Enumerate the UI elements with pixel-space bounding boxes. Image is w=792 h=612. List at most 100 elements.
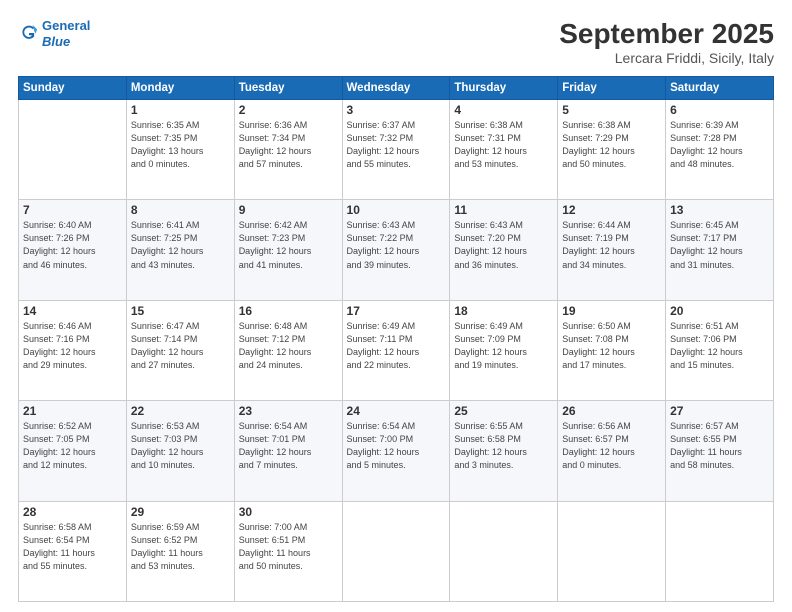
day-number: 14 <box>23 304 122 318</box>
day-number: 11 <box>454 203 553 217</box>
title-block: September 2025 Lercara Friddi, Sicily, I… <box>559 18 774 66</box>
day-info: Sunrise: 6:45 AM Sunset: 7:17 PM Dayligh… <box>670 219 769 271</box>
day-info: Sunrise: 6:50 AM Sunset: 7:08 PM Dayligh… <box>562 320 661 372</box>
table-row: 29 Sunrise: 6:59 AM Sunset: 6:52 PM Dayli… <box>126 501 234 601</box>
table-row: 7Sunrise: 6:40 AM Sunset: 7:26 PM Daylig… <box>19 200 127 300</box>
day-number: 13 <box>670 203 769 217</box>
day-number: 6 <box>670 103 769 117</box>
day-info: Sunrise: 6:36 AM Sunset: 7:34 PM Dayligh… <box>239 119 338 171</box>
calendar-table: Sunday Monday Tuesday Wednesday Thursday… <box>18 76 774 602</box>
day-info: Sunrise: 7:00 AM Sunset: 6:51 PM Dayligh… <box>239 521 338 573</box>
day-number: 30 <box>239 505 338 519</box>
day-info: Sunrise: 6:43 AM Sunset: 7:22 PM Dayligh… <box>347 219 446 271</box>
table-row: 24 Sunrise: 6:54 AM Sunset: 7:00 PM Dayli… <box>342 401 450 501</box>
day-info: Sunrise: 6:38 AM Sunset: 7:31 PM Dayligh… <box>454 119 553 171</box>
day-info: Sunrise: 6:59 AM Sunset: 6:52 PM Dayligh… <box>131 521 230 573</box>
subtitle: Lercara Friddi, Sicily, Italy <box>559 50 774 66</box>
day-info: Sunrise: 6:41 AM Sunset: 7:25 PM Dayligh… <box>131 219 230 271</box>
day-info: Sunrise: 6:35 AM Sunset: 7:35 PM Dayligh… <box>131 119 230 171</box>
day-info: Sunrise: 6:54 AM Sunset: 7:00 PM Dayligh… <box>347 420 446 472</box>
day-info: Sunrise: 6:44 AM Sunset: 7:19 PM Dayligh… <box>562 219 661 271</box>
table-row <box>450 501 558 601</box>
day-info: Sunrise: 6:58 AM Sunset: 6:54 PM Dayligh… <box>23 521 122 573</box>
day-info: Sunrise: 6:43 AM Sunset: 7:20 PM Dayligh… <box>454 219 553 271</box>
col-friday: Friday <box>558 77 666 100</box>
table-row: 23 Sunrise: 6:54 AM Sunset: 7:01 PM Dayli… <box>234 401 342 501</box>
day-info: Sunrise: 6:53 AM Sunset: 7:03 PM Dayligh… <box>131 420 230 472</box>
page: General Blue September 2025 Lercara Frid… <box>0 0 792 612</box>
table-row: 1Sunrise: 6:35 AM Sunset: 7:35 PM Daylig… <box>126 100 234 200</box>
day-number: 16 <box>239 304 338 318</box>
day-number: 19 <box>562 304 661 318</box>
day-number: 4 <box>454 103 553 117</box>
day-info: Sunrise: 6:47 AM Sunset: 7:14 PM Dayligh… <box>131 320 230 372</box>
day-info: Sunrise: 6:48 AM Sunset: 7:12 PM Dayligh… <box>239 320 338 372</box>
day-info: Sunrise: 6:56 AM Sunset: 6:57 PM Dayligh… <box>562 420 661 472</box>
day-number: 7 <box>23 203 122 217</box>
table-row: 8 Sunrise: 6:41 AM Sunset: 7:25 PM Daylig… <box>126 200 234 300</box>
table-row: 14 Sunrise: 6:46 AM Sunset: 7:16 PM Dayli… <box>19 300 127 400</box>
calendar-week-4: 21 Sunrise: 6:52 AM Sunset: 7:05 PM Dayli… <box>19 401 774 501</box>
day-number: 24 <box>347 404 446 418</box>
day-number: 28 <box>23 505 122 519</box>
col-thursday: Thursday <box>450 77 558 100</box>
day-number: 22 <box>131 404 230 418</box>
col-tuesday: Tuesday <box>234 77 342 100</box>
table-row: 16 Sunrise: 6:48 AM Sunset: 7:12 PM Dayli… <box>234 300 342 400</box>
table-row: 13 Sunrise: 6:45 AM Sunset: 7:17 PM Dayli… <box>666 200 774 300</box>
day-number: 8 <box>131 203 230 217</box>
table-row: 25 Sunrise: 6:55 AM Sunset: 6:58 PM Dayli… <box>450 401 558 501</box>
table-row: 30 Sunrise: 7:00 AM Sunset: 6:51 PM Dayli… <box>234 501 342 601</box>
col-sunday: Sunday <box>19 77 127 100</box>
header-row: Sunday Monday Tuesday Wednesday Thursday… <box>19 77 774 100</box>
day-number: 21 <box>23 404 122 418</box>
table-row: 20 Sunrise: 6:51 AM Sunset: 7:06 PM Dayli… <box>666 300 774 400</box>
table-row: 5Sunrise: 6:38 AM Sunset: 7:29 PM Daylig… <box>558 100 666 200</box>
day-number: 23 <box>239 404 338 418</box>
day-info: Sunrise: 6:57 AM Sunset: 6:55 PM Dayligh… <box>670 420 769 472</box>
day-info: Sunrise: 6:37 AM Sunset: 7:32 PM Dayligh… <box>347 119 446 171</box>
table-row: 27Sunrise: 6:57 AM Sunset: 6:55 PM Dayli… <box>666 401 774 501</box>
logo-icon <box>18 22 40 44</box>
day-info: Sunrise: 6:55 AM Sunset: 6:58 PM Dayligh… <box>454 420 553 472</box>
col-monday: Monday <box>126 77 234 100</box>
logo-line1: General <box>42 18 90 33</box>
table-row: 9Sunrise: 6:42 AM Sunset: 7:23 PM Daylig… <box>234 200 342 300</box>
calendar-week-1: 1Sunrise: 6:35 AM Sunset: 7:35 PM Daylig… <box>19 100 774 200</box>
table-row: 4 Sunrise: 6:38 AM Sunset: 7:31 PM Daylig… <box>450 100 558 200</box>
table-row: 10 Sunrise: 6:43 AM Sunset: 7:22 PM Dayli… <box>342 200 450 300</box>
day-info: Sunrise: 6:46 AM Sunset: 7:16 PM Dayligh… <box>23 320 122 372</box>
day-number: 12 <box>562 203 661 217</box>
table-row: 3Sunrise: 6:37 AM Sunset: 7:32 PM Daylig… <box>342 100 450 200</box>
day-info: Sunrise: 6:49 AM Sunset: 7:11 PM Dayligh… <box>347 320 446 372</box>
table-row <box>19 100 127 200</box>
table-row: 22 Sunrise: 6:53 AM Sunset: 7:03 PM Dayli… <box>126 401 234 501</box>
table-row: 28 Sunrise: 6:58 AM Sunset: 6:54 PM Dayli… <box>19 501 127 601</box>
day-info: Sunrise: 6:51 AM Sunset: 7:06 PM Dayligh… <box>670 320 769 372</box>
table-row: 17Sunrise: 6:49 AM Sunset: 7:11 PM Dayli… <box>342 300 450 400</box>
table-row: 21 Sunrise: 6:52 AM Sunset: 7:05 PM Dayli… <box>19 401 127 501</box>
day-number: 9 <box>239 203 338 217</box>
table-row: 19 Sunrise: 6:50 AM Sunset: 7:08 PM Dayli… <box>558 300 666 400</box>
table-row: 18Sunrise: 6:49 AM Sunset: 7:09 PM Dayli… <box>450 300 558 400</box>
logo-line2: Blue <box>42 34 70 49</box>
logo-text: General Blue <box>42 18 90 49</box>
table-row <box>342 501 450 601</box>
day-number: 20 <box>670 304 769 318</box>
day-info: Sunrise: 6:39 AM Sunset: 7:28 PM Dayligh… <box>670 119 769 171</box>
day-number: 18 <box>454 304 553 318</box>
day-number: 25 <box>454 404 553 418</box>
calendar-week-2: 7Sunrise: 6:40 AM Sunset: 7:26 PM Daylig… <box>19 200 774 300</box>
day-number: 10 <box>347 203 446 217</box>
calendar-week-5: 28 Sunrise: 6:58 AM Sunset: 6:54 PM Dayli… <box>19 501 774 601</box>
day-number: 26 <box>562 404 661 418</box>
day-info: Sunrise: 6:52 AM Sunset: 7:05 PM Dayligh… <box>23 420 122 472</box>
table-row: 2 Sunrise: 6:36 AM Sunset: 7:34 PM Daylig… <box>234 100 342 200</box>
table-row: 11 Sunrise: 6:43 AM Sunset: 7:20 PM Dayli… <box>450 200 558 300</box>
logo: General Blue <box>18 18 90 49</box>
day-number: 29 <box>131 505 230 519</box>
day-info: Sunrise: 6:54 AM Sunset: 7:01 PM Dayligh… <box>239 420 338 472</box>
day-number: 2 <box>239 103 338 117</box>
table-row <box>558 501 666 601</box>
table-row: 15Sunrise: 6:47 AM Sunset: 7:14 PM Dayli… <box>126 300 234 400</box>
